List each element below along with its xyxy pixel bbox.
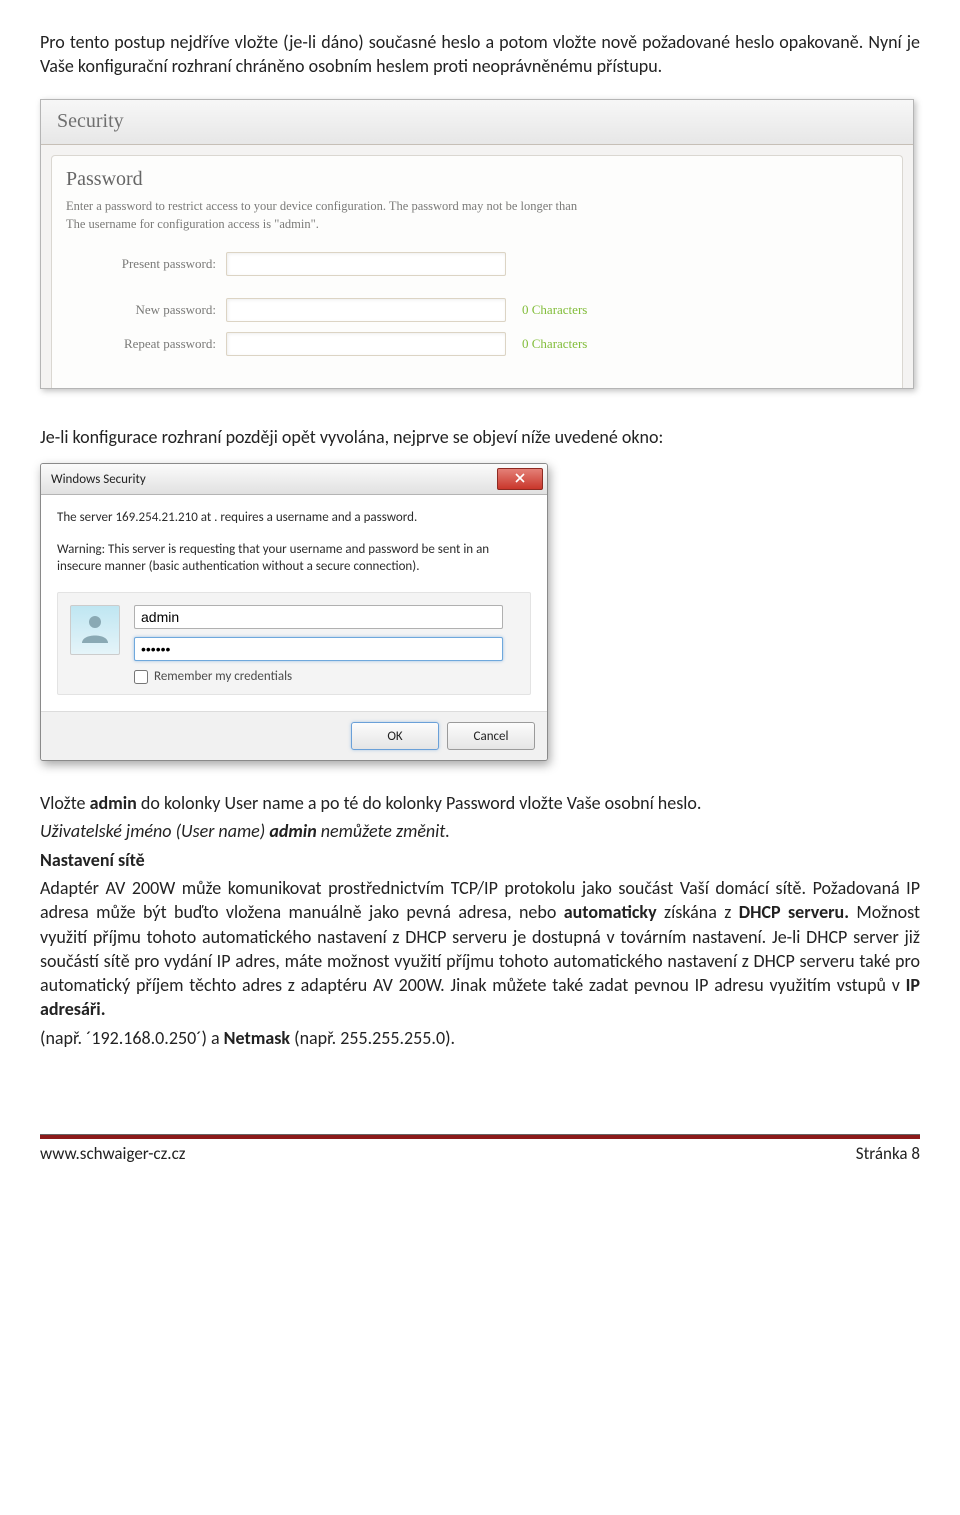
new-password-label: New password:: [66, 302, 226, 318]
new-password-input[interactable]: [226, 298, 506, 322]
password-hint-line1: Enter a password to restrict access to y…: [66, 199, 577, 213]
security-tab-label: Security: [57, 110, 124, 133]
new-password-count: 0 Characters: [522, 302, 587, 318]
password-title: Password: [66, 168, 888, 191]
dialog-text-2: Warning: This server is requesting that …: [57, 541, 531, 576]
network-heading: Nastavení sítě: [40, 848, 920, 872]
footer-page: Stránka 8: [856, 1143, 920, 1164]
remember-checkbox[interactable]: [134, 670, 148, 684]
security-tab: Security: [41, 100, 913, 145]
user-icon: [78, 611, 112, 649]
after-p1: Vložte admin do kolonky User name a po t…: [40, 791, 920, 815]
dialog-text-1: The server 169.254.21.210 at . requires …: [57, 509, 531, 527]
footer-url: www.schwaiger-cz.cz: [40, 1143, 186, 1164]
credentials-box: Remember my credentials: [57, 592, 531, 695]
security-panel: Security Password Enter a password to re…: [40, 99, 914, 390]
ok-button[interactable]: OK: [351, 722, 439, 750]
username-input[interactable]: [134, 605, 503, 629]
remember-row[interactable]: Remember my credentials: [134, 669, 518, 684]
network-body: Adaptér AV 200W může komunikovat prostře…: [40, 876, 920, 1022]
cancel-button[interactable]: Cancel: [447, 722, 535, 750]
present-password-input[interactable]: [226, 252, 506, 276]
close-icon: [515, 472, 525, 487]
password-hint: Enter a password to restrict access to y…: [66, 197, 888, 235]
mid-paragraph: Je-li konfigurace rozhraní později opět …: [40, 425, 920, 449]
dialog-title: Windows Security: [51, 472, 146, 487]
after-p2: Uživatelské jméno (User name) admin nemů…: [40, 819, 920, 843]
password-hint-line2: The username for configuration access is…: [66, 217, 319, 231]
user-avatar: [70, 605, 120, 655]
repeat-password-label: Repeat password:: [66, 336, 226, 352]
footer-rule: [40, 1134, 920, 1139]
intro-paragraph: Pro tento postup nejdříve vložte (je-li …: [40, 30, 920, 79]
password-input[interactable]: [134, 637, 503, 661]
present-password-label: Present password:: [66, 256, 226, 272]
repeat-password-input[interactable]: [226, 332, 506, 356]
remember-label: Remember my credentials: [154, 669, 292, 684]
windows-security-dialog: Windows Security The server 169.254.21.2…: [40, 463, 548, 761]
network-body-2: (např. ´192.168.0.250´) a Netmask (např.…: [40, 1026, 920, 1050]
repeat-password-count: 0 Characters: [522, 336, 587, 352]
close-button[interactable]: [497, 468, 543, 490]
